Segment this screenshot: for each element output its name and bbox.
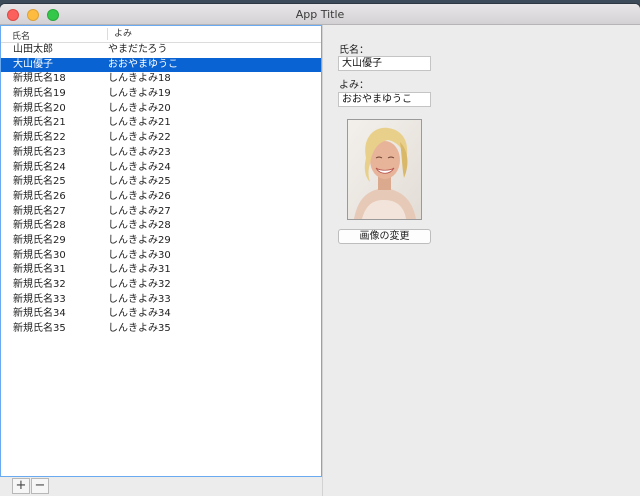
cell-name: 新規氏名25 bbox=[13, 176, 66, 188]
cell-yomi: しんきよみ23 bbox=[108, 146, 171, 158]
table-row[interactable]: 新規氏名24 しんきよみ24 bbox=[1, 161, 321, 176]
profile-photo bbox=[347, 119, 422, 220]
change-image-button[interactable]: 画像の変更 bbox=[338, 229, 431, 244]
cell-name: 新規氏名28 bbox=[13, 220, 66, 232]
cell-name: 新規氏名23 bbox=[13, 146, 66, 158]
app-window: App Title 氏名 よみ 山田太郎 やまだたろう 大山優子 おおやまゆうこ 新規氏… bbox=[0, 4, 640, 496]
remove-row-button[interactable]: − bbox=[31, 478, 49, 494]
cell-yomi: おおやまゆうこ bbox=[108, 58, 178, 70]
cell-yomi: やまだたろう bbox=[108, 44, 168, 55]
name-field[interactable]: 大山優子 bbox=[338, 56, 431, 71]
cell-name: 新規氏名35 bbox=[13, 323, 66, 335]
table-row[interactable]: 新規氏名30 しんきよみ30 bbox=[1, 249, 321, 264]
portrait-image bbox=[348, 120, 421, 219]
detail-panel: 氏名： 大山優子 よみ： おおやまゆうこ 画像の変更 bbox=[323, 25, 640, 496]
table-row[interactable]: 山田太郎 やまだたろう bbox=[1, 43, 321, 58]
table-row[interactable]: 新規氏名28 しんきよみ28 bbox=[1, 219, 321, 234]
yomi-field[interactable]: おおやまゆうこ bbox=[338, 92, 431, 107]
cell-name: 新規氏名32 bbox=[13, 279, 66, 290]
table-row[interactable]: 新規氏名35 しんきよみ35 bbox=[1, 322, 321, 337]
person-table[interactable]: 氏名 よみ 山田太郎 やまだたろう大山優子 おおやまゆうこ新規氏名18 しんきよみ18… bbox=[0, 25, 322, 477]
column-header-name[interactable]: 氏名 bbox=[12, 29, 30, 42]
table-row[interactable]: 新規氏名33 しんきよみ33 bbox=[1, 293, 321, 308]
table-header: 氏名 よみ bbox=[1, 26, 321, 43]
table-row[interactable]: 新規氏名25 しんきよみ25 bbox=[1, 175, 321, 190]
cell-yomi: しんきよみ33 bbox=[108, 293, 171, 305]
table-row[interactable]: 新規氏名19 しんきよみ19 bbox=[1, 87, 321, 102]
cell-yomi: しんきよみ32 bbox=[108, 279, 171, 290]
cell-name: 新規氏名27 bbox=[13, 205, 66, 217]
table-row[interactable]: 新規氏名22 しんきよみ22 bbox=[1, 131, 321, 146]
title-bar[interactable]: App Title bbox=[0, 4, 640, 25]
column-header-yomi[interactable]: よみ bbox=[107, 28, 132, 40]
cell-yomi: しんきよみ34 bbox=[108, 308, 171, 320]
table-row[interactable]: 新規氏名20 しんきよみ20 bbox=[1, 102, 321, 117]
table-row[interactable]: 新規氏名23 しんきよみ23 bbox=[1, 146, 321, 161]
cell-name: 新規氏名29 bbox=[13, 234, 66, 246]
add-row-button[interactable]: + bbox=[12, 478, 30, 494]
cell-yomi: しんきよみ35 bbox=[108, 323, 171, 335]
cell-yomi: しんきよみ19 bbox=[108, 88, 171, 100]
cell-name: 新規氏名34 bbox=[13, 308, 66, 320]
cell-yomi: しんきよみ18 bbox=[108, 73, 171, 85]
cell-name: 新規氏名24 bbox=[13, 161, 66, 173]
table-row[interactable]: 新規氏名31 しんきよみ31 bbox=[1, 263, 321, 278]
cell-yomi: しんきよみ24 bbox=[108, 161, 171, 173]
cell-yomi: しんきよみ26 bbox=[108, 190, 171, 202]
table-row[interactable]: 大山優子 おおやまゆうこ bbox=[1, 57, 321, 73]
cell-name: 新規氏名22 bbox=[13, 132, 66, 144]
cell-yomi: しんきよみ22 bbox=[108, 132, 171, 144]
cell-yomi: しんきよみ29 bbox=[108, 234, 171, 246]
cell-name: 新規氏名21 bbox=[13, 117, 66, 129]
cell-yomi: しんきよみ31 bbox=[108, 264, 171, 276]
cell-name: 新規氏名31 bbox=[13, 264, 66, 276]
table-row[interactable]: 新規氏名21 しんきよみ21 bbox=[1, 116, 321, 131]
cell-name: 大山優子 bbox=[13, 58, 53, 70]
cell-name: 新規氏名26 bbox=[13, 190, 66, 202]
table-row[interactable]: 新規氏名27 しんきよみ27 bbox=[1, 205, 321, 220]
cell-name: 山田太郎 bbox=[13, 44, 53, 55]
window-title: App Title bbox=[295, 8, 345, 21]
table-row[interactable]: 新規氏名34 しんきよみ34 bbox=[1, 307, 321, 322]
cell-yomi: しんきよみ21 bbox=[108, 117, 171, 129]
table-row[interactable]: 新規氏名26 しんきよみ26 bbox=[1, 190, 321, 205]
cell-yomi: しんきよみ25 bbox=[108, 176, 171, 188]
table-body: 山田太郎 やまだたろう大山優子 おおやまゆうこ新規氏名18 しんきよみ18 新規氏名19… bbox=[1, 43, 321, 337]
name-label: 氏名： bbox=[339, 45, 369, 56]
list-toolbar: + − bbox=[0, 477, 322, 496]
cell-name: 新規氏名30 bbox=[13, 249, 66, 261]
cell-yomi: しんきよみ28 bbox=[108, 220, 171, 232]
table-row[interactable]: 新規氏名32 しんきよみ32 bbox=[1, 278, 321, 293]
cell-name: 新規氏名20 bbox=[13, 102, 66, 114]
table-row[interactable]: 新規氏名18 しんきよみ18 bbox=[1, 72, 321, 87]
cell-yomi: しんきよみ30 bbox=[108, 249, 171, 261]
cell-name: 新規氏名19 bbox=[13, 88, 66, 100]
cell-name: 新規氏名18 bbox=[13, 73, 66, 85]
cell-name: 新規氏名33 bbox=[13, 293, 66, 305]
yomi-label: よみ： bbox=[339, 80, 369, 91]
cell-yomi: しんきよみ20 bbox=[108, 102, 171, 114]
table-row[interactable]: 新規氏名29 しんきよみ29 bbox=[1, 234, 321, 249]
cell-yomi: しんきよみ27 bbox=[108, 205, 171, 217]
